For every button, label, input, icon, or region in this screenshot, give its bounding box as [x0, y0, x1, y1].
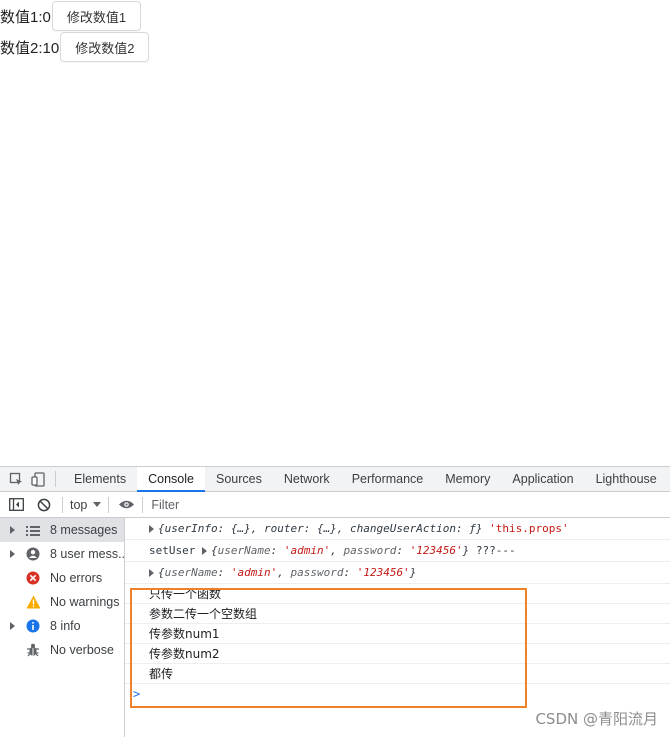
toolbar-separator-2: [108, 496, 110, 513]
toolbar-separator: [62, 496, 63, 513]
user-icon: [25, 546, 41, 562]
value1-row: 数值1:0 修改数值1: [0, 1, 142, 31]
devtools-panel: Elements Console Sources Network Perform…: [0, 466, 670, 737]
sidebar-item-info[interactable]: 8 info: [0, 614, 124, 638]
tab-elements[interactable]: Elements: [63, 467, 137, 492]
toolbar-separator-3: [142, 496, 144, 513]
console-key: userName: [217, 544, 271, 557]
console-toolbar: top: [0, 492, 670, 518]
device-toolbar-icon[interactable]: [28, 469, 48, 489]
console-value: 'admin': [230, 566, 278, 579]
console-key: password: [290, 566, 344, 579]
console-message-userobj[interactable]: {userName: 'admin', password: '123456'}: [125, 562, 670, 584]
info-icon: [25, 618, 41, 634]
console-text: 传参数num2: [149, 647, 220, 661]
console-prompt-icon: >: [133, 687, 141, 701]
tab-network[interactable]: Network: [273, 467, 341, 492]
expand-caret-icon: [10, 622, 15, 630]
sidebar-label: No errors: [50, 571, 103, 585]
sidebar-item-user-messages[interactable]: 8 user mess...: [0, 542, 129, 566]
console-text: 只传一个函数: [149, 587, 222, 601]
sidebar-item-warnings[interactable]: No warnings: [0, 590, 124, 614]
clear-console-icon[interactable]: [34, 495, 54, 515]
sidebar-label: 8 messages: [50, 523, 118, 537]
console-sidebar: 8 messages 8 user mess... No errors No w…: [0, 518, 129, 737]
sidebar-item-messages[interactable]: 8 messages: [0, 518, 124, 542]
console-string: 'this.props': [489, 522, 569, 535]
console-message-log: 只传一个函数: [125, 584, 670, 604]
expand-object-icon[interactable]: [201, 546, 207, 555]
sidebar-label: No verbose: [50, 643, 114, 657]
context-label: top: [70, 497, 88, 512]
console-message-setuser[interactable]: setUser {userName: 'admin', password: '1…: [125, 540, 670, 562]
tabbar-separator: [55, 471, 56, 487]
bug-icon: [25, 642, 41, 658]
error-icon: [25, 570, 41, 586]
expand-caret-icon: [10, 526, 15, 534]
value2-row: 数值2:10 修改数值2: [0, 32, 150, 62]
console-suffix: ???---: [475, 544, 516, 557]
console-text: 传参数num1: [149, 627, 220, 641]
console-text: 都传: [149, 667, 174, 681]
console-value: 'admin': [283, 544, 331, 557]
inspect-element-icon[interactable]: [6, 469, 26, 489]
tab-application[interactable]: Application: [501, 467, 584, 492]
devtools-tabbar: Elements Console Sources Network Perform…: [0, 466, 670, 492]
tab-lighthouse[interactable]: Lighthouse: [585, 467, 668, 492]
console-prefix: setUser: [149, 544, 196, 557]
tab-sources[interactable]: Sources: [205, 467, 273, 492]
console-output: {userInfo: {…}, router: {…}, changeUserA…: [125, 518, 670, 737]
sidebar-item-errors[interactable]: No errors: [0, 566, 124, 590]
sidebar-label: 8 info: [50, 619, 81, 633]
value2-label: 数值2:10: [0, 39, 60, 57]
context-selector[interactable]: top: [70, 497, 102, 512]
console-message-log: 都传: [125, 664, 670, 684]
console-key: userName: [164, 566, 218, 579]
list-icon: [25, 522, 41, 538]
sidebar-label: No warnings: [50, 595, 120, 609]
value1-label: 数值1:0: [0, 8, 51, 26]
console-message-props[interactable]: {userInfo: {…}, router: {…}, changeUserA…: [125, 518, 670, 540]
modify-value2-button[interactable]: 修改数值2: [60, 32, 150, 62]
console-value: '123456': [409, 544, 463, 557]
sidebar-item-verbose[interactable]: No verbose: [0, 638, 124, 662]
tab-memory[interactable]: Memory: [434, 467, 501, 492]
tab-console[interactable]: Console: [137, 466, 205, 492]
sidebar-toggle-icon[interactable]: [6, 495, 26, 515]
expand-caret-icon: [10, 550, 15, 558]
tab-performance[interactable]: Performance: [341, 467, 435, 492]
console-message-log: 传参数num2: [125, 644, 670, 664]
console-message-log: 传参数num1: [125, 624, 670, 644]
watermark: CSDN @青阳流月: [535, 710, 658, 728]
console-text: 参数二传一个空数组: [149, 607, 258, 621]
console-message-log: 参数二传一个空数组: [125, 604, 670, 624]
console-value: '123456': [356, 566, 410, 579]
filter-input[interactable]: [149, 496, 354, 513]
live-expression-eye-icon[interactable]: [116, 495, 136, 515]
warning-icon: [25, 594, 41, 610]
modify-value1-button[interactable]: 修改数值1: [51, 1, 142, 31]
chevron-down-icon: [93, 502, 102, 507]
console-object: {userInfo: {…}, router: {…}, changeUserA…: [158, 522, 483, 535]
expand-object-icon[interactable]: [149, 524, 154, 533]
console-key: password: [343, 544, 397, 557]
sidebar-label: 8 user mess...: [50, 547, 129, 561]
expand-object-icon[interactable]: [149, 568, 154, 577]
console-prompt-line[interactable]: >: [125, 684, 670, 704]
